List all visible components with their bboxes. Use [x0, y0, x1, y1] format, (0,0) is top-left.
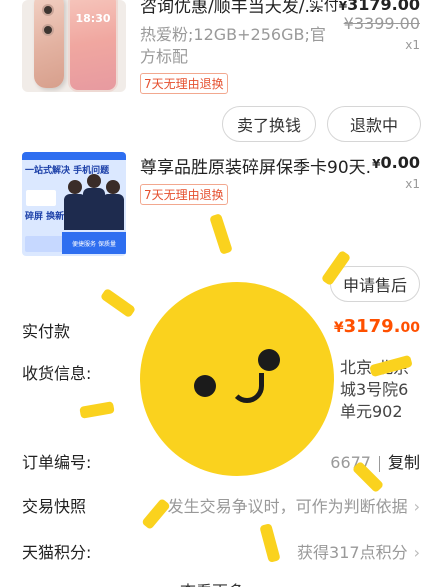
product2-price: ¥0.00 — [372, 153, 420, 172]
refund-status-button[interactable]: 退款中 — [327, 106, 421, 142]
sell-button[interactable]: 卖了换钱 — [222, 106, 316, 142]
product1-title[interactable]: 咨询优惠/顺丰当天发/... — [140, 0, 330, 17]
sun-eye-left — [194, 375, 216, 397]
points-label: 天猫积分: — [22, 543, 92, 562]
divider — [378, 455, 380, 472]
address-line-2: 城3号院6 — [340, 380, 409, 399]
snapshot-desc: 发生交易争议时，可作为判断依据 — [167, 497, 408, 516]
thumbnail-subtitle: 碎屏 换新 — [25, 212, 65, 222]
sun-ray — [141, 497, 171, 531]
snapshot-label[interactable]: 交易快照 — [22, 493, 86, 517]
product2-thumbnail[interactable]: 一站式解决 手机问题 碎屏 换新 便捷服务 保质量 — [22, 152, 126, 256]
thumbnail-header-bar — [22, 152, 126, 160]
phone-screen-time: 18:30 — [75, 12, 111, 25]
currency-symbol: ¥ — [338, 0, 348, 13]
order-number-label: 订单编号: — [22, 453, 92, 472]
thumbnail-label-box — [26, 190, 56, 206]
paid-amount: ¥3179.00 — [334, 316, 420, 337]
product2-quantity: x1 — [405, 177, 420, 191]
sun-eye-right — [258, 349, 280, 371]
product1-return-tag: 7天无理由退换 — [140, 73, 228, 94]
price-value: 3179.00 — [347, 0, 420, 14]
price-value: 0.00 — [380, 153, 420, 172]
sun-ray — [259, 523, 281, 563]
camera-lens-icon — [42, 4, 54, 16]
sun-ray — [79, 401, 115, 419]
currency-symbol: ¥ — [372, 157, 381, 171]
shipping-label: 收货信息: — [22, 364, 92, 383]
paid-value: 3179. — [343, 316, 401, 337]
copy-button[interactable]: 复制 — [388, 453, 420, 472]
points-row[interactable]: 获得317点积分 › — [297, 539, 420, 563]
sun-ray — [209, 213, 233, 255]
thumbnail-band: 便捷服务 保质量 — [62, 232, 126, 254]
phone-front-image: 18:30 — [68, 0, 118, 92]
phone-back-image — [34, 0, 64, 88]
thumbnail-people-image — [64, 166, 124, 230]
view-more-link[interactable]: 查看更多 — [180, 578, 244, 587]
price-label: 实付 — [308, 0, 339, 14]
sun-ray — [99, 287, 137, 319]
thumbnail-feature-list — [25, 236, 65, 252]
chevron-right-icon: › — [413, 543, 420, 562]
product1-thumbnail[interactable]: 18:30 — [22, 0, 126, 92]
product1-spec: 热爱粉;12GB+256GB;官方标配 — [140, 25, 326, 66]
product2-return-tag: 7天无理由退换 — [140, 184, 228, 205]
paid-cents: 00 — [400, 320, 420, 336]
product1-original-price: ¥3399.00 — [343, 14, 420, 33]
address-line-3: 单元902 — [340, 402, 403, 421]
product1-quantity: x1 — [405, 38, 420, 52]
paid-label: 实付款 — [22, 322, 71, 341]
product2-title[interactable]: 尊享品胜原装碎屏保季卡90天... — [140, 153, 370, 178]
chevron-right-icon: › — [413, 497, 420, 516]
camera-lens-icon — [42, 24, 54, 36]
after-sale-button[interactable]: 申请售后 — [330, 266, 420, 302]
order-number: 6677 复制 — [330, 449, 420, 473]
points-value: 获得317点积分 — [297, 543, 408, 562]
snapshot-row[interactable]: 发生交易争议时，可作为判断依据 › — [168, 493, 420, 517]
product1-price: 实付¥3179.00 — [309, 0, 420, 15]
currency-symbol: ¥ — [333, 320, 344, 336]
